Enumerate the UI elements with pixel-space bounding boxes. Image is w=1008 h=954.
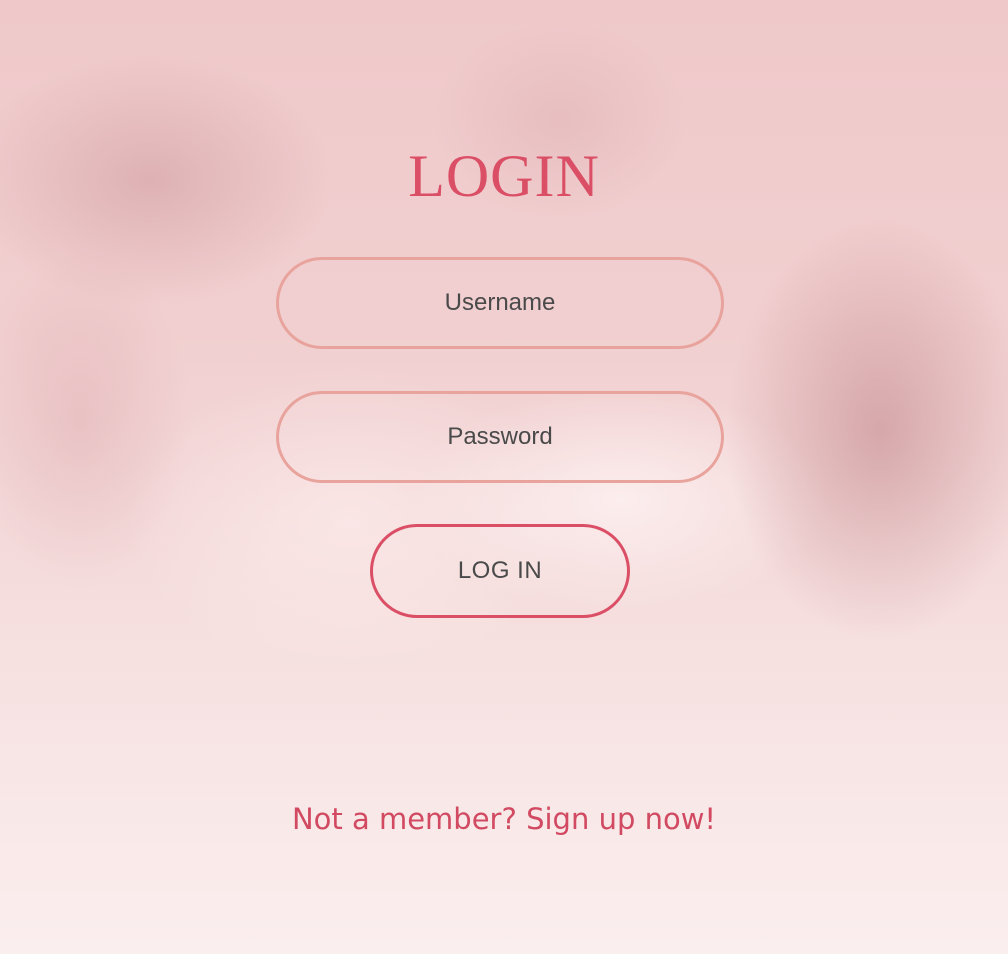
login-form: LOGIN LOG IN Not a member? Sign up now! [0, 0, 1008, 954]
password-field[interactable] [276, 391, 724, 483]
page-title: LOGIN [408, 143, 600, 209]
username-field[interactable] [276, 257, 724, 349]
login-button[interactable]: LOG IN [370, 524, 630, 618]
signup-link[interactable]: Not a member? Sign up now! [0, 798, 1008, 840]
